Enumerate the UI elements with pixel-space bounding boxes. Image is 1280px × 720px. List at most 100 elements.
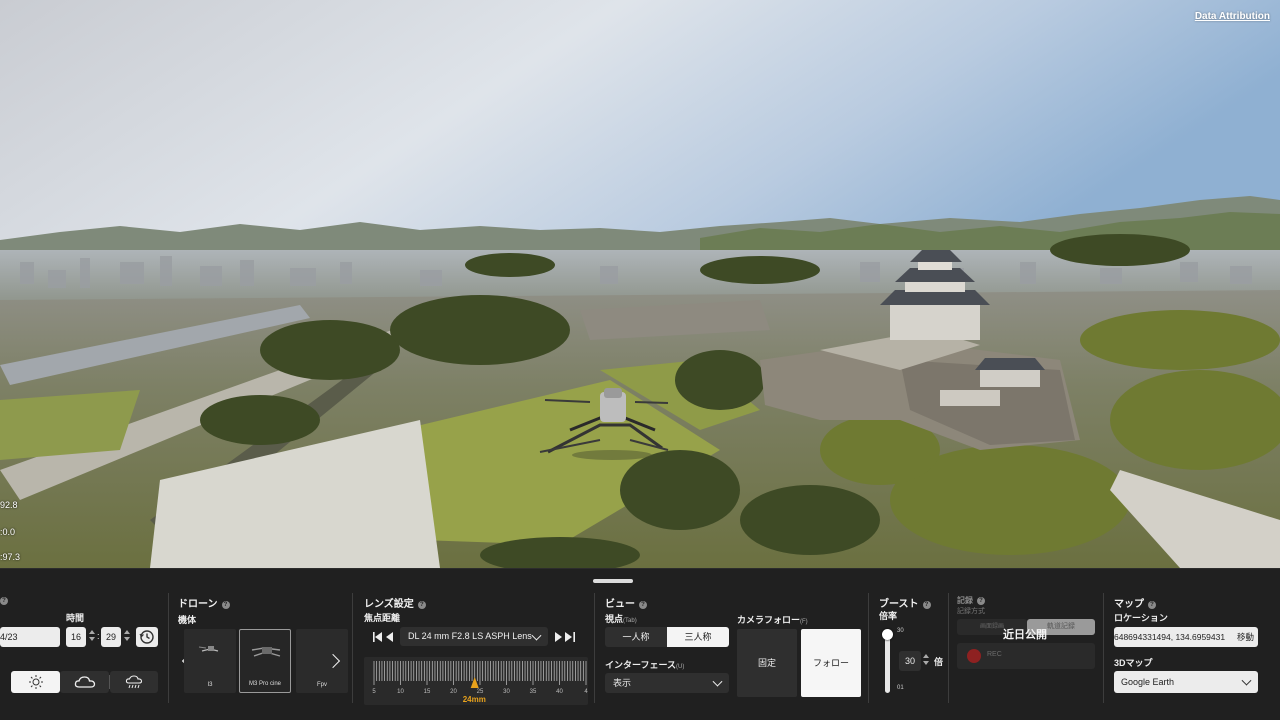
weather-title: ?	[0, 595, 8, 606]
hour-field[interactable]: 16	[66, 627, 86, 647]
ruler-tick-label: 4	[584, 689, 588, 695]
map3d-label: 3Dマップ	[1114, 658, 1153, 668]
help-icon[interactable]: ?	[221, 601, 230, 609]
camera-fixed-button[interactable]: 固定	[737, 629, 797, 697]
weather-rainy-button[interactable]	[110, 671, 158, 693]
drone-next-button[interactable]	[325, 649, 342, 673]
viewpoint-label: 視点(Tab)	[605, 612, 637, 625]
help-icon[interactable]: ?	[922, 601, 931, 609]
data-attribution-link[interactable]: Data Attribution	[1195, 11, 1270, 22]
left-field	[0, 390, 140, 460]
view-title-text: ビュー	[605, 599, 635, 610]
ruler-tick-label: 40	[556, 689, 563, 695]
viewpoint-hint: (Tab)	[623, 618, 637, 624]
history-icon	[139, 630, 154, 644]
control-panel: ? 時間 4/23 16 : 29 ドローン? 機体 I3 M3 Pro cin…	[0, 568, 1280, 720]
boost-value-field[interactable]: 30	[899, 651, 921, 671]
minute-stepper[interactable]	[123, 627, 131, 647]
camera-follow-text: カメラフォロー	[737, 615, 801, 625]
rain-icon	[125, 675, 143, 689]
first-person-button[interactable]: 一人称	[605, 627, 667, 647]
aerial-scene	[0, 0, 1280, 568]
drone-thumbnail	[198, 646, 219, 652]
help-icon[interactable]: ?	[0, 597, 8, 605]
help-icon[interactable]: ?	[1148, 601, 1156, 609]
focal-length-label: 焦点距離	[364, 613, 401, 623]
divider	[1103, 593, 1104, 703]
coming-soon-label: 近日公開	[1003, 629, 1047, 641]
chevron-right-icon	[325, 653, 341, 669]
rec-button: REC	[957, 643, 1095, 669]
drone-name: M3 Pro cine	[248, 681, 281, 687]
skip-forward-icon[interactable]	[554, 631, 578, 643]
divider	[948, 593, 949, 703]
sun-icon	[28, 675, 43, 689]
rec-dot-icon	[967, 649, 981, 663]
drone-title: ドローン?	[178, 595, 230, 610]
help-icon[interactable]: ?	[417, 601, 426, 609]
multiplier-label: 倍率	[879, 611, 898, 621]
reset-time-button[interactable]	[136, 627, 158, 647]
camera-follow-button[interactable]: フォロー	[801, 629, 861, 697]
cloud-icon	[74, 676, 95, 688]
model-label: 機体	[178, 615, 197, 625]
telemetry-row-2: :0.0	[0, 527, 15, 537]
help-icon: ?	[977, 597, 985, 605]
telemetry-value: 0.0	[2, 527, 16, 537]
panel-drag-handle[interactable]	[593, 579, 633, 583]
ruler-tick-label: 15	[424, 689, 431, 695]
divider	[352, 593, 353, 703]
help-icon[interactable]: ?	[639, 601, 647, 609]
location-value: 648694331494, 134.6959431	[1114, 632, 1226, 642]
camera-follow-hint: (F)	[800, 619, 808, 625]
skip-back-icon[interactable]	[372, 631, 396, 643]
map-title-text: マップ	[1114, 599, 1144, 610]
hour-stepper[interactable]	[88, 627, 96, 647]
viewpoint-text: 視点	[605, 614, 624, 624]
ruler-tick-label: 35	[530, 689, 537, 695]
time-label: 時間	[66, 613, 85, 623]
ruler-tick-label: 5	[372, 689, 376, 695]
lens-dropdown[interactable]: DL 24 mm F2.8 LS ASPH Lens	[400, 627, 548, 646]
drone-name: I3	[207, 682, 213, 688]
interface-text: インターフェース	[605, 660, 677, 670]
weather-section: ? 時間 4/23 16 : 29	[0, 591, 160, 713]
chevron-down-icon	[712, 676, 723, 687]
chevron-down-icon	[531, 630, 542, 641]
third-person-button[interactable]: 三人称	[667, 627, 729, 647]
time-colon: :	[97, 631, 100, 641]
lens-title: レンズ設定?	[364, 595, 426, 610]
map3d-dropdown[interactable]: Google Earth	[1114, 671, 1258, 693]
interface-dropdown[interactable]: 表示	[605, 673, 729, 693]
drone-name: Fpv	[316, 682, 327, 688]
record-title-text: 記録	[957, 596, 973, 605]
boost-slider-thumb[interactable]	[882, 629, 893, 640]
date-field[interactable]: 4/23	[0, 627, 60, 647]
boost-title: ブースト?	[879, 595, 931, 610]
move-button[interactable]: 移動	[1237, 627, 1254, 647]
boost-min-label: 01	[897, 685, 904, 691]
boost-section: ブースト? 倍率 30 01 30 倍	[879, 591, 943, 713]
minute-field[interactable]: 29	[101, 627, 121, 647]
drone-card-i3[interactable]: I3	[184, 629, 236, 693]
telemetry-row-3: :97.3	[0, 552, 20, 562]
ruler-tick-label: 10	[397, 689, 404, 695]
lens-title-text: レンズ設定	[364, 599, 414, 610]
interface-value: 表示	[613, 678, 632, 688]
location-field[interactable]: 648694331494, 134.6959431 移動	[1114, 627, 1258, 647]
view-title: ビュー?	[605, 595, 647, 610]
interface-label: インターフェース(U)	[605, 658, 684, 671]
weather-cloudy-button[interactable]	[60, 671, 109, 693]
3d-viewport[interactable]: Data Attribution 92.8 :0.0 :97.3	[0, 0, 1280, 568]
boost-stepper[interactable]	[922, 651, 930, 671]
telemetry-altitude: 92.8	[0, 500, 18, 510]
boost-slider-track[interactable]	[885, 633, 890, 693]
boost-unit: 倍	[934, 657, 944, 667]
view-section: ビュー? 視点(Tab) 一人称 三人称 インターフェース(U) 表示 カメラフ…	[605, 591, 863, 713]
weather-sunny-button[interactable]	[11, 671, 60, 693]
map-title: マップ?	[1114, 595, 1156, 610]
drone-card-m3-pro-cine[interactable]: M3 Pro cine	[239, 629, 291, 693]
ruler-tick-label: 20	[450, 689, 457, 695]
sky	[0, 0, 1280, 250]
rec-label: REC	[987, 651, 1002, 658]
